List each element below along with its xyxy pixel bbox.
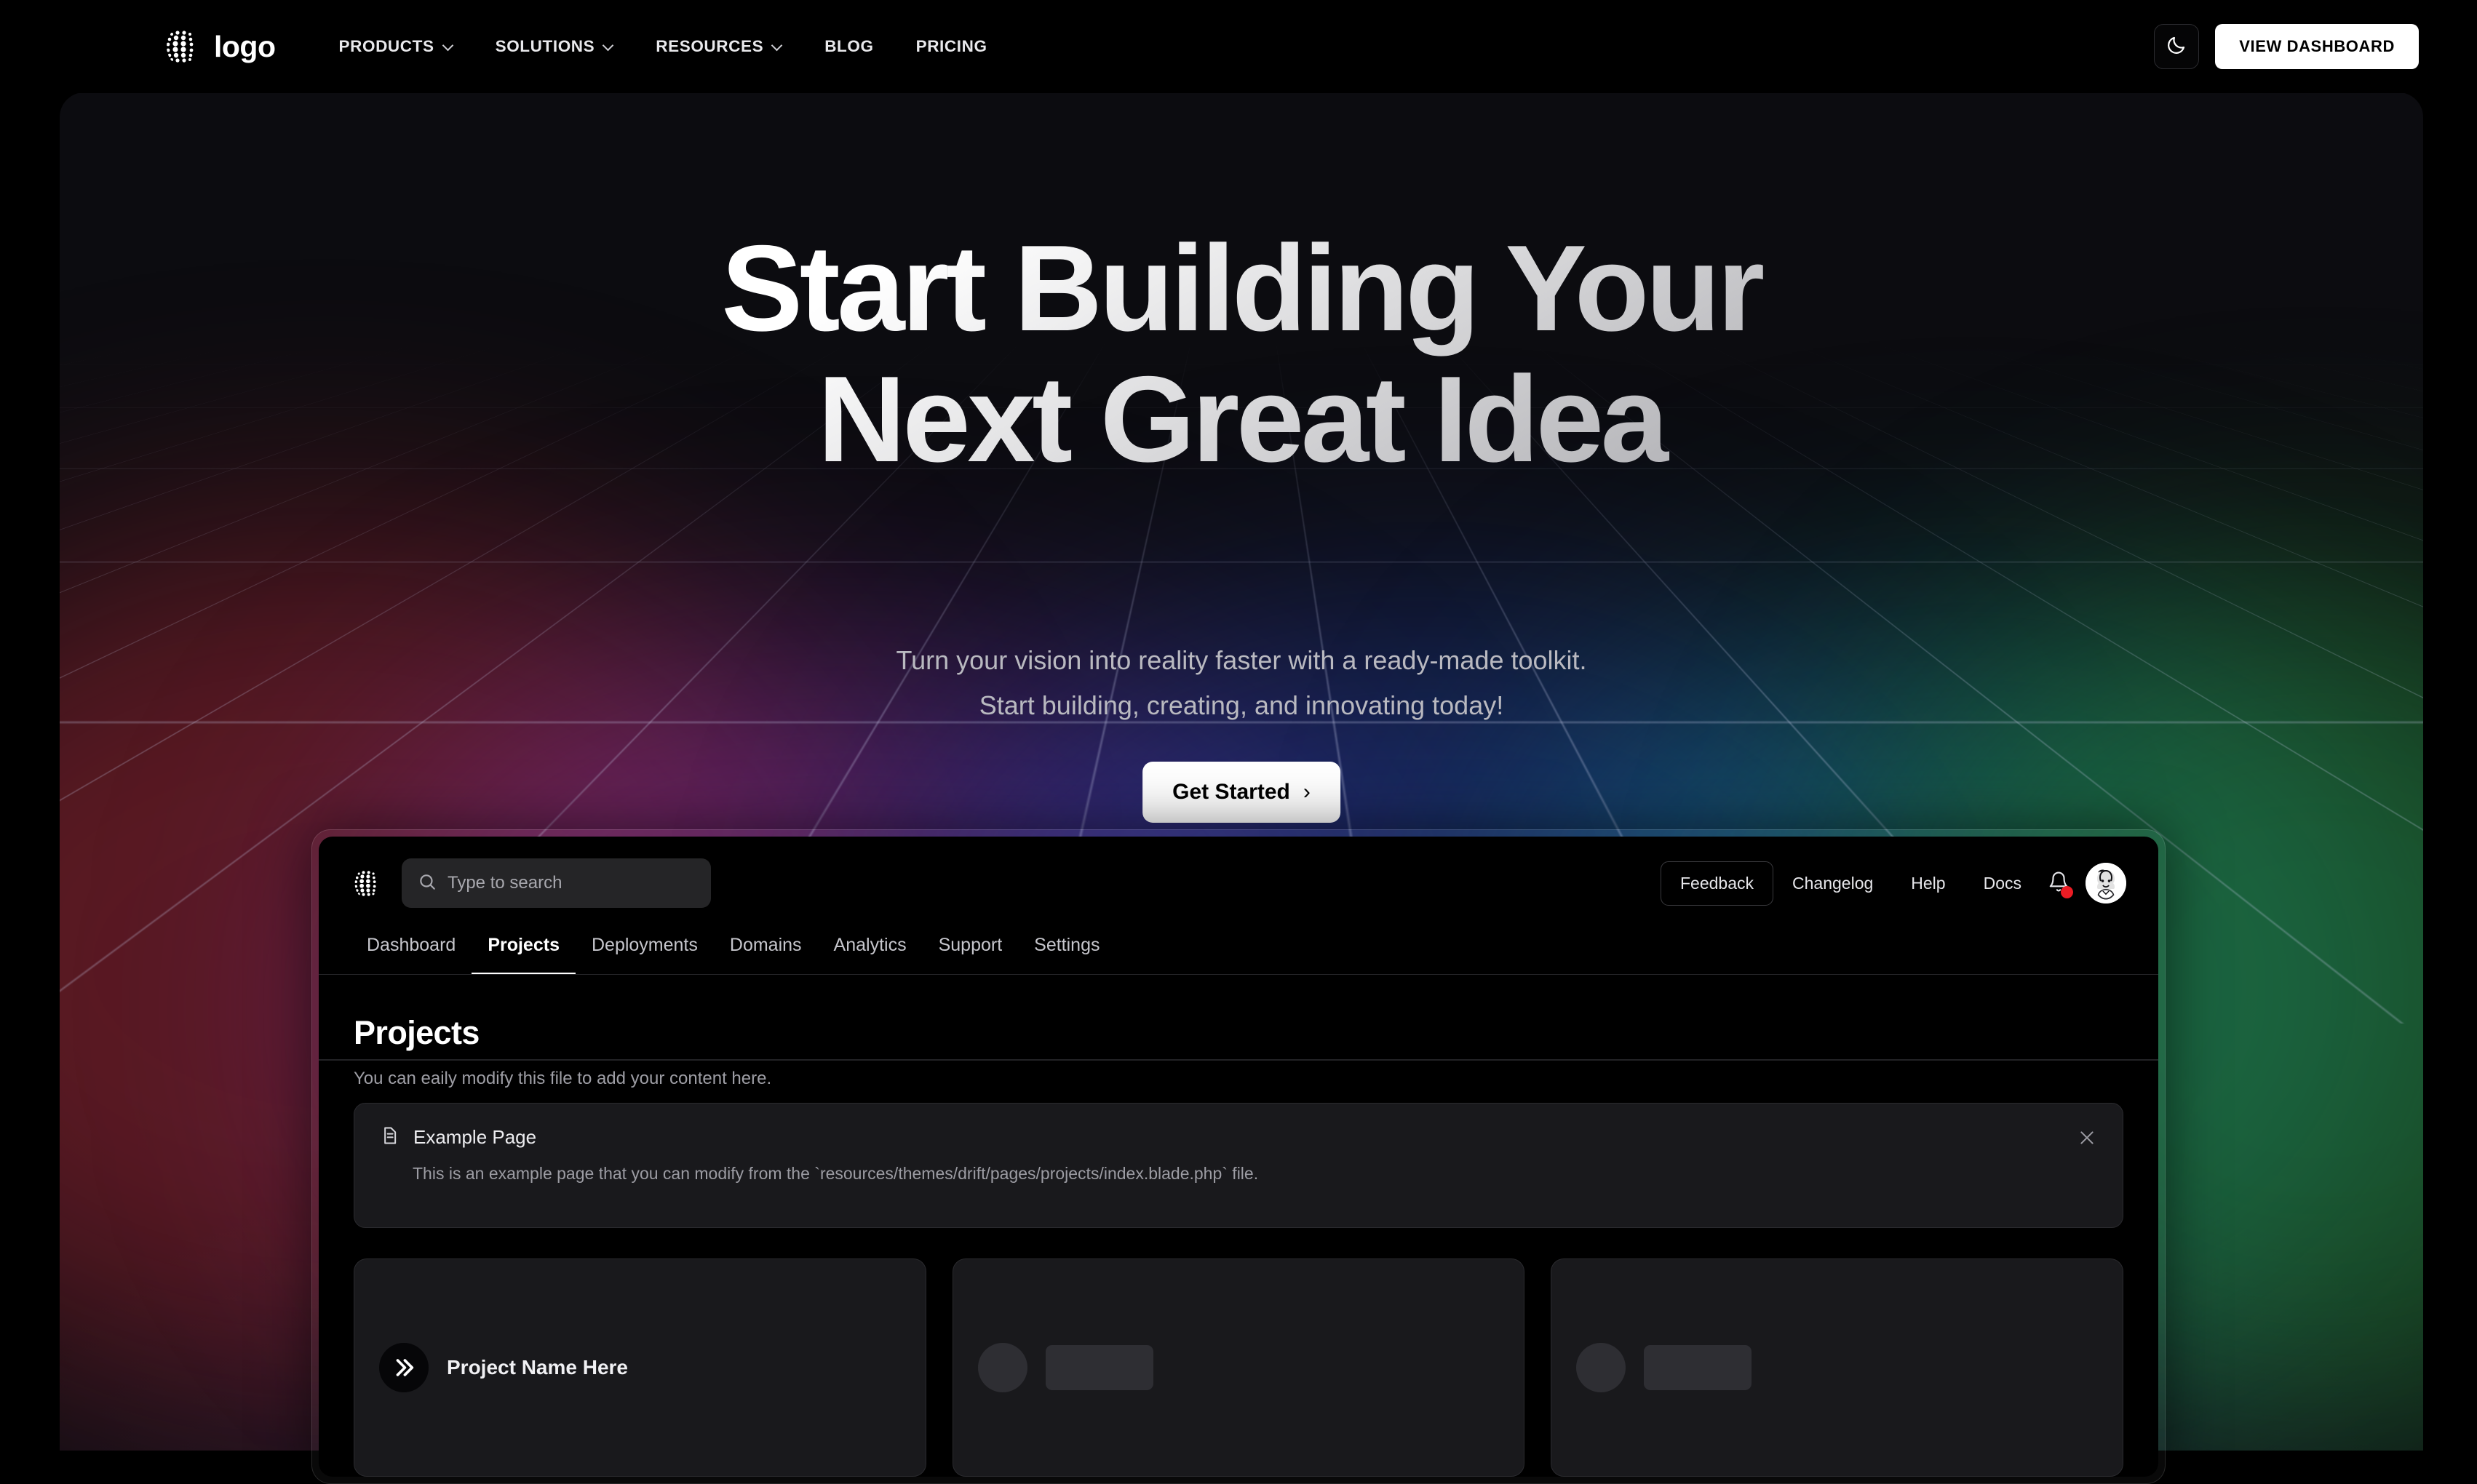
- chevron-down-icon: [442, 40, 453, 51]
- nav-item-blog[interactable]: BLOG: [803, 30, 894, 63]
- alert-header: Example Page: [379, 1125, 2098, 1149]
- project-card[interactable]: Project Name Here: [354, 1258, 926, 1477]
- nav-item-resources[interactable]: RESOURCES: [635, 30, 803, 63]
- project-card-skeleton[interactable]: [952, 1258, 1525, 1477]
- dotted-globe-icon: [162, 27, 201, 66]
- tab-label: Settings: [1034, 935, 1100, 955]
- get-started-button[interactable]: Get Started ›: [1142, 762, 1340, 823]
- dashboard-header: Type to search Feedback Changelog Help D…: [319, 837, 2158, 908]
- chevron-right-icon: ›: [1303, 780, 1311, 804]
- theme-toggle-button[interactable]: [2154, 24, 2200, 69]
- feedback-button[interactable]: Feedback: [1661, 861, 1774, 906]
- nav-item-pricing[interactable]: PRICING: [895, 30, 1009, 63]
- nav-actions: VIEW DASHBOARD: [2154, 24, 2419, 69]
- chevron-down-icon: [603, 40, 613, 51]
- tabs-divider: [319, 973, 2158, 975]
- skeleton-avatar: [977, 1343, 1027, 1392]
- page-content: Projects You can eaily modify this file …: [319, 975, 2158, 1089]
- dashboard-header-actions: Feedback Changelog Help Docs: [1661, 861, 2126, 906]
- search-placeholder: Type to search: [448, 873, 562, 893]
- top-navigation-bar: logo PRODUCTS SOLUTIONS RESOURCES BLOG P…: [0, 0, 2477, 93]
- tab-label: Analytics: [833, 935, 907, 955]
- hero-subtitle-line-1: Turn your vision into reality faster wit…: [896, 645, 1587, 675]
- page-title: Start Building Your Next Great Idea: [60, 223, 2423, 485]
- tab-label: Dashboard: [367, 935, 456, 955]
- tab-deployments[interactable]: Deployments: [576, 925, 714, 975]
- tab-label: Deployments: [591, 935, 698, 955]
- alert-body: This is an example page that you can mod…: [413, 1164, 1259, 1183]
- tab-domains[interactable]: Domains: [714, 925, 818, 975]
- content-divider: [319, 1059, 2158, 1061]
- dashboard-preview-frame: Type to search Feedback Changelog Help D…: [311, 829, 2166, 1484]
- close-icon[interactable]: [2073, 1124, 2101, 1152]
- document-lines-icon: [379, 1125, 399, 1149]
- tab-projects[interactable]: Projects: [472, 925, 576, 975]
- nav-label: SOLUTIONS: [495, 37, 595, 55]
- help-link[interactable]: Help: [1892, 874, 1964, 893]
- skeleton-title-bar: [1644, 1345, 1752, 1390]
- example-page-alert: Example Page This is an example page tha…: [354, 1103, 2123, 1228]
- tab-dashboard[interactable]: Dashboard: [351, 925, 472, 975]
- project-card-skeleton[interactable]: [1551, 1258, 2124, 1477]
- tab-support[interactable]: Support: [923, 925, 1019, 975]
- chevron-down-icon: [771, 40, 782, 51]
- changelog-link[interactable]: Changelog: [1773, 874, 1892, 893]
- hero-title-line-1: Start Building Your: [721, 220, 1762, 356]
- docs-link[interactable]: Docs: [1965, 874, 2040, 893]
- project-cards: Project Name Here: [354, 1258, 2124, 1477]
- notification-badge: [2061, 885, 2073, 898]
- tab-settings[interactable]: Settings: [1018, 925, 1116, 975]
- view-dashboard-button[interactable]: VIEW DASHBOARD: [2215, 24, 2419, 69]
- brand-name: logo: [214, 29, 276, 63]
- tab-label: Domains: [729, 935, 802, 955]
- hero-subtitle: Turn your vision into reality faster wit…: [60, 638, 2423, 728]
- dotted-globe-icon: [351, 868, 382, 899]
- nav-label: PRODUCTS: [338, 37, 434, 55]
- double-chevron-right-icon: [379, 1343, 429, 1392]
- avatar[interactable]: [2086, 863, 2126, 903]
- moon-icon: [2166, 34, 2187, 60]
- projects-heading: Projects: [354, 1014, 480, 1051]
- skeleton-avatar: [1576, 1343, 1626, 1392]
- search-icon: [418, 872, 437, 895]
- brand-logo[interactable]: logo: [162, 27, 276, 66]
- dashboard-preview: Type to search Feedback Changelog Help D…: [319, 837, 2158, 1477]
- hero-title-line-2: Next Great Idea: [817, 350, 1666, 487]
- alert-title: Example Page: [413, 1126, 537, 1148]
- projects-description: You can eaily modify this file to add yo…: [354, 1069, 772, 1088]
- tab-analytics[interactable]: Analytics: [818, 925, 923, 975]
- nav-label: RESOURCES: [656, 37, 764, 55]
- tab-label: Projects: [488, 935, 560, 955]
- get-started-label: Get Started: [1172, 780, 1290, 804]
- nav-label: BLOG: [824, 37, 874, 55]
- project-card-title: Project Name Here: [447, 1356, 629, 1379]
- search-input[interactable]: Type to search: [402, 858, 711, 908]
- nav-item-products[interactable]: PRODUCTS: [318, 30, 474, 63]
- primary-nav: PRODUCTS SOLUTIONS RESOURCES BLOG PRICIN…: [318, 30, 1009, 63]
- nav-item-solutions[interactable]: SOLUTIONS: [474, 30, 635, 63]
- skeleton-title-bar: [1045, 1345, 1153, 1390]
- tab-label: Support: [938, 935, 1003, 955]
- nav-label: PRICING: [915, 37, 987, 55]
- dashboard-tabs: Dashboard Projects Deployments Domains A…: [319, 908, 2158, 975]
- hero-subtitle-line-2: Start building, creating, and innovating…: [979, 690, 1504, 720]
- notifications-button[interactable]: [2048, 871, 2073, 898]
